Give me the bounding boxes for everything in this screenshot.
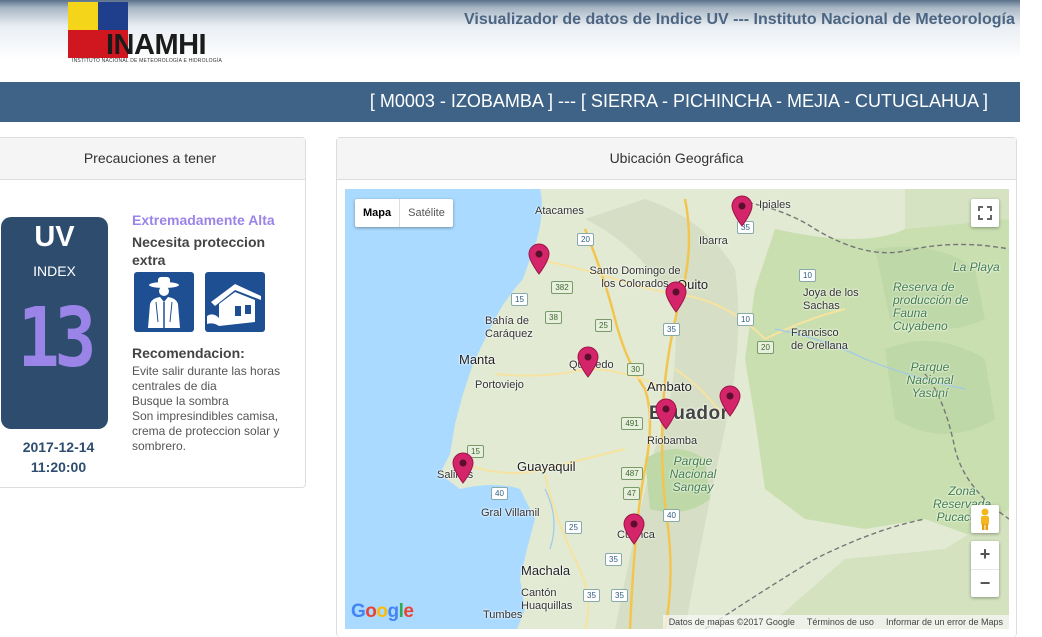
station-marker[interactable] [452, 452, 474, 484]
map-label: Gral Villamil [481, 507, 540, 519]
map-panel-title: Ubicación Geográfica [337, 138, 1016, 180]
map-data-credit: Datos de mapas ©2017 Google [668, 617, 795, 627]
recommendation-item: Son impresindibles camisa, crema de prot… [132, 409, 280, 453]
uv-index-card: UV INDEX 13 [1, 217, 108, 429]
map-label: Tumbes [483, 609, 523, 621]
fullscreen-button[interactable] [971, 199, 999, 227]
map-label: Guayaquil [517, 459, 576, 474]
road-shield: 25 [565, 521, 582, 534]
uv-value: 13 [17, 291, 97, 386]
map-label: Machala [521, 563, 571, 578]
road-shield: 35 [583, 589, 600, 602]
fullscreen-icon [978, 206, 992, 220]
index-label: INDEX [33, 263, 76, 279]
street-view-pegman-button[interactable] [971, 505, 999, 533]
map-label: Reserva de producción de Fauna Cuyabeno [893, 280, 969, 333]
uv-label: UV [34, 221, 75, 253]
station-map[interactable]: Atacames Ipiales Ibarra Santo Domingo de… [345, 189, 1009, 629]
map-panel: Ubicación Geográfica Atacames Ipiales Ib… [336, 137, 1017, 637]
recommendation-title: Recomendacion: [132, 345, 245, 361]
road-shield: 20 [757, 341, 774, 354]
map-label: Riobamba [647, 435, 698, 447]
measurement-date: 2017-12-14 [22, 439, 95, 455]
station-marker[interactable] [731, 195, 753, 227]
map-label: Atacames [535, 205, 584, 217]
station-marker[interactable] [623, 513, 645, 545]
page-header: INAMHI INSTITUTO NACIONAL DE METEOROLOGÍ… [0, 0, 1020, 82]
road-shield: 10 [799, 269, 816, 282]
map-attribution: Datos de mapas ©2017 Google Términos de … [662, 615, 1009, 629]
terms-link[interactable]: Términos de uso [801, 615, 880, 629]
map-label: Manta [459, 352, 496, 367]
precautions-panel: Precauciones a tener UV INDEX 13 2017-12… [0, 137, 306, 488]
road-shield: 491 [621, 417, 643, 430]
recommendation-item: Busque la sombra [132, 394, 229, 408]
logo-subtitle: INSTITUTO NACIONAL DE METEOROLOGÍA E HID… [72, 58, 222, 64]
station-label: [ M0003 - IZOBAMBA ] --- [ SIERRA - PICH… [369, 91, 988, 111]
uv-level: Extremadamente Alta [132, 212, 275, 228]
road-shield: 35 [663, 323, 680, 336]
protection-need: Necesita proteccion extra [132, 234, 266, 268]
road-shield: 47 [623, 487, 640, 500]
station-marker[interactable] [665, 281, 687, 313]
road-shield: 40 [491, 487, 508, 500]
map-label: Bahía de Caráquez [485, 315, 533, 340]
station-marker[interactable] [655, 398, 677, 430]
road-shield: 38 [545, 311, 562, 324]
road-shield: 20 [577, 233, 594, 246]
measurement-time: 11:20:00 [30, 459, 87, 475]
shade-shelter-icon [205, 272, 265, 332]
protective-clothing-icon [134, 272, 194, 332]
road-shield: 382 [551, 281, 573, 294]
road-shield: 40 [663, 509, 680, 522]
zoom-in-button[interactable]: + [971, 541, 999, 570]
zoom-out-button[interactable]: − [971, 570, 999, 598]
google-logo[interactable]: Google [351, 601, 414, 623]
map-label: Ambato [647, 379, 692, 394]
road-shield: 487 [621, 467, 643, 480]
station-marker[interactable] [719, 385, 741, 417]
road-shield: 35 [611, 589, 628, 602]
station-marker[interactable] [528, 243, 550, 275]
recommendation-list: Evite salir durante las horas centrales … [132, 364, 297, 454]
map-label: Portoviejo [475, 379, 524, 391]
road-shield: 25 [595, 319, 612, 332]
map-label: Parque Nacional Yasuní [906, 360, 954, 400]
zoom-control: + − [971, 541, 999, 597]
recommendation-item: Evite salir durante las horas centrales … [132, 364, 281, 393]
map-label: Cantón Huaquillas [521, 587, 573, 612]
logo-text: INAMHI [106, 29, 207, 61]
precautions-title: Precauciones a tener [0, 138, 305, 180]
map-type-map-button[interactable]: Mapa [355, 199, 401, 227]
inamhi-logo[interactable]: INAMHI INSTITUTO NACIONAL DE METEOROLOGÍ… [68, 2, 222, 64]
map-label: Ibarra [699, 235, 728, 247]
road-shield: 35 [605, 553, 622, 566]
page-title: Visualizador de datos de Indice UV --- I… [464, 11, 1015, 28]
road-shield: 30 [627, 363, 644, 376]
road-shield: 10 [737, 313, 754, 326]
map-label: Ipiales [759, 199, 791, 211]
station-bar: [ M0003 - IZOBAMBA ] --- [ SIERRA - PICH… [0, 82, 1020, 122]
map-label: Francisco de Orellana [791, 327, 848, 352]
map-type-control: Mapa Satélite [355, 199, 453, 227]
map-label: Parque Nacional Sangay [669, 454, 717, 494]
pegman-icon [981, 508, 989, 530]
station-marker[interactable] [577, 346, 599, 378]
map-label: La Playa [953, 260, 1000, 274]
report-error-link[interactable]: Informar de un error de Maps [880, 615, 1009, 629]
road-shield: 15 [511, 293, 528, 306]
map-type-satellite-button[interactable]: Satélite [400, 199, 453, 227]
map-label: Joya de los Sachas [803, 287, 859, 312]
